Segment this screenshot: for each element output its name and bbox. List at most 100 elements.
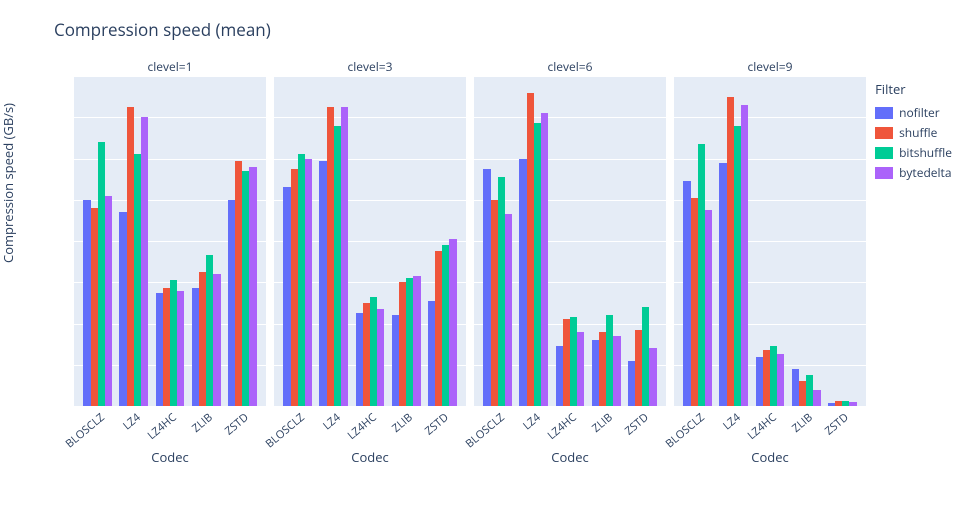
bar[interactable]: [756, 357, 763, 407]
bar[interactable]: [519, 159, 526, 407]
bar[interactable]: [242, 171, 249, 406]
bar[interactable]: [813, 390, 820, 407]
bar[interactable]: [119, 212, 126, 406]
legend-title: Filter: [875, 80, 952, 98]
bar[interactable]: [406, 278, 413, 406]
facet: clevel=3BLOSCLZLZ4LZ4HCZLIBZSTDCodec: [274, 58, 466, 466]
plot-area: 0246810121416: [74, 76, 266, 406]
x-tick-row: BLOSCLZLZ4LZ4HCZLIBZSTD: [74, 406, 266, 448]
bar[interactable]: [577, 332, 584, 406]
bar[interactable]: [734, 126, 741, 407]
legend: Filter nofilter shuffle bitshuffle bytedelt…: [875, 80, 952, 184]
bar[interactable]: [606, 315, 613, 406]
legend-item[interactable]: shuffle: [875, 124, 952, 141]
bar[interactable]: [370, 297, 377, 406]
bar[interactable]: [592, 340, 599, 406]
bar[interactable]: [341, 107, 348, 406]
bar[interactable]: [141, 117, 148, 406]
bar[interactable]: [570, 317, 577, 406]
legend-swatch-icon: [875, 167, 893, 179]
legend-item[interactable]: bitshuffle: [875, 144, 952, 161]
bar[interactable]: [127, 107, 134, 406]
bar[interactable]: [305, 159, 312, 407]
bar[interactable]: [435, 251, 442, 406]
bar[interactable]: [249, 167, 256, 406]
bar[interactable]: [741, 105, 748, 406]
x-tick-label: BLOSCLZ: [462, 410, 507, 451]
facet-title: clevel=3: [274, 58, 466, 75]
bar[interactable]: [683, 181, 690, 406]
bar[interactable]: [649, 348, 656, 406]
bar[interactable]: [556, 346, 563, 406]
plot-area: [474, 76, 666, 406]
bars-layer: [74, 76, 266, 406]
bar[interactable]: [83, 200, 90, 406]
bar[interactable]: [134, 154, 141, 406]
bar[interactable]: [491, 200, 498, 406]
bar[interactable]: [698, 144, 705, 406]
bar[interactable]: [192, 288, 199, 406]
bar[interactable]: [156, 293, 163, 406]
bar[interactable]: [806, 375, 813, 406]
bar[interactable]: [298, 154, 305, 406]
bar[interactable]: [98, 142, 105, 406]
bar[interactable]: [392, 315, 399, 406]
bar[interactable]: [770, 346, 777, 406]
legend-items: nofilter shuffle bitshuffle bytedelta: [875, 104, 952, 181]
x-tick-label: LZ4HC: [144, 410, 179, 443]
bar[interactable]: [334, 126, 341, 407]
facet: clevel=9BLOSCLZLZ4LZ4HCZLIBZSTDCodec: [674, 58, 866, 466]
bar[interactable]: [613, 336, 620, 406]
bar[interactable]: [442, 245, 449, 406]
bar[interactable]: [777, 354, 784, 406]
x-tick-label: LZ4: [320, 410, 344, 433]
bar[interactable]: [763, 350, 770, 406]
bar[interactable]: [291, 169, 298, 406]
bar[interactable]: [213, 274, 220, 406]
bar[interactable]: [228, 200, 235, 406]
bar[interactable]: [283, 187, 290, 406]
bar[interactable]: [91, 208, 98, 406]
bar[interactable]: [642, 307, 649, 406]
page-title: Compression speed (mean): [54, 18, 271, 41]
bar[interactable]: [428, 301, 435, 406]
bar[interactable]: [327, 107, 334, 406]
bar[interactable]: [534, 123, 541, 406]
bar[interactable]: [727, 97, 734, 406]
bar[interactable]: [177, 291, 184, 407]
bar[interactable]: [363, 303, 370, 406]
legend-item[interactable]: bytedelta: [875, 164, 952, 181]
bar[interactable]: [719, 163, 726, 406]
bar[interactable]: [163, 288, 170, 406]
bar[interactable]: [792, 369, 799, 406]
x-tick-row: BLOSCLZLZ4LZ4HCZLIBZSTD: [274, 406, 466, 448]
bar[interactable]: [541, 113, 548, 406]
x-tick-label: BLOSCLZ: [62, 410, 107, 451]
x-tick-label: ZLIB: [189, 410, 216, 436]
bar[interactable]: [449, 239, 456, 406]
bar[interactable]: [527, 93, 534, 407]
bar[interactable]: [705, 210, 712, 406]
bar[interactable]: [635, 330, 642, 406]
bar[interactable]: [563, 319, 570, 406]
bar[interactable]: [599, 332, 606, 406]
legend-item[interactable]: nofilter: [875, 104, 952, 121]
x-tick-row: BLOSCLZLZ4LZ4HCZLIBZSTD: [474, 406, 666, 448]
bar[interactable]: [319, 161, 326, 406]
bar[interactable]: [799, 381, 806, 406]
bar[interactable]: [505, 214, 512, 406]
bar[interactable]: [628, 361, 635, 406]
bar[interactable]: [170, 280, 177, 406]
bar[interactable]: [235, 161, 242, 406]
bar[interactable]: [413, 276, 420, 406]
x-tick-label: BLOSCLZ: [262, 410, 307, 451]
bar[interactable]: [399, 282, 406, 406]
bar[interactable]: [206, 255, 213, 406]
bar[interactable]: [105, 196, 112, 406]
bar[interactable]: [356, 313, 363, 406]
bar[interactable]: [483, 169, 490, 406]
bar[interactable]: [199, 272, 206, 406]
bar[interactable]: [377, 309, 384, 406]
bar[interactable]: [691, 198, 698, 406]
bar[interactable]: [498, 177, 505, 406]
